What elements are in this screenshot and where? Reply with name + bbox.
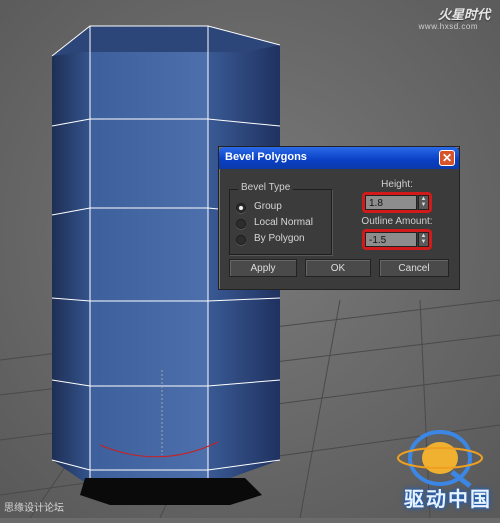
spinner-arrows-icon[interactable]: ▲ ▼: [418, 195, 429, 210]
radio-label: Group: [254, 201, 282, 212]
close-button[interactable]: ✕: [439, 150, 455, 166]
radio-button-icon: [236, 219, 246, 229]
close-icon: ✕: [441, 151, 453, 165]
spinner-arrows-icon[interactable]: ▲ ▼: [418, 232, 429, 247]
outline-amount-label: Outline Amount:: [361, 216, 433, 227]
bevel-type-legend: Bevel Type: [238, 182, 294, 193]
outline-amount-spinner: -1.5 ▲ ▼: [362, 229, 432, 250]
logo-icon: [397, 430, 483, 488]
radio-button-icon: [236, 203, 246, 213]
radio-label: By Polygon: [254, 233, 305, 244]
bevel-polygons-dialog: Bevel Polygons ✕ Bevel Type Group Local …: [218, 146, 460, 290]
outline-amount-input[interactable]: -1.5: [365, 232, 417, 247]
dialog-title: Bevel Polygons: [225, 151, 307, 163]
height-label: Height:: [381, 179, 413, 190]
apply-button[interactable]: Apply: [229, 259, 297, 277]
radio-button-icon: [236, 235, 246, 245]
height-input[interactable]: 1.8: [365, 195, 417, 210]
height-spinner: 1.8 ▲ ▼: [362, 192, 432, 213]
bevel-type-group: Bevel Type Group Local Normal By Polygon: [229, 182, 332, 255]
watermark-url: www.hxsd.com: [418, 22, 478, 31]
logo-text: 驱动中国: [404, 487, 492, 511]
watermark-top: 火星时代: [437, 8, 490, 23]
watermark-bottom-left: 思缘设计论坛: [4, 503, 64, 514]
cancel-button[interactable]: Cancel: [379, 259, 449, 277]
radio-label: Local Normal: [254, 217, 313, 228]
dialog-titlebar[interactable]: Bevel Polygons ✕: [219, 147, 459, 169]
ok-button[interactable]: OK: [305, 259, 371, 277]
logo: 驱动中国: [382, 422, 492, 512]
